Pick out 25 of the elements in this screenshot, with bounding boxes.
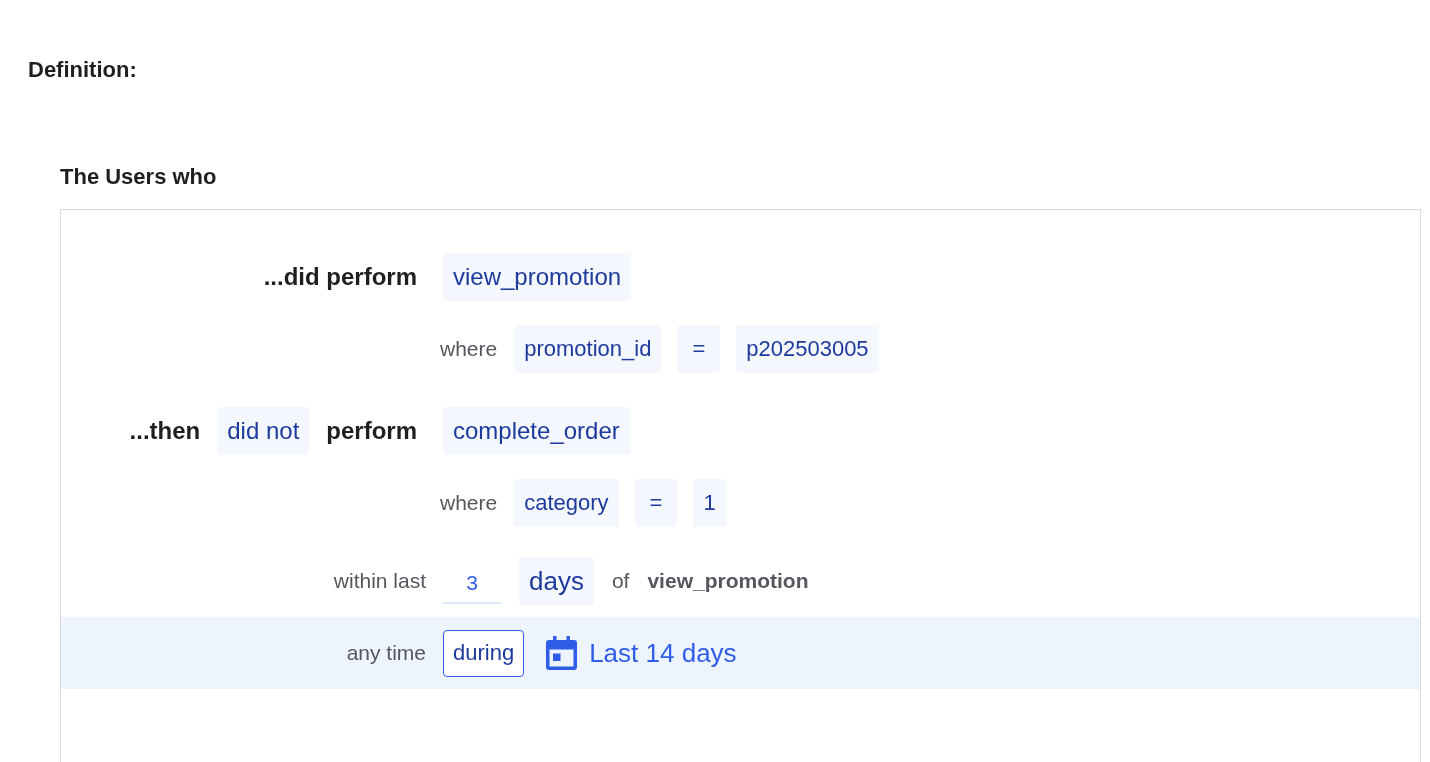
calendar-icon	[546, 636, 578, 670]
property-chip[interactable]: promotion_id	[514, 325, 662, 373]
amount-input[interactable]: 3	[443, 564, 501, 604]
of-label: of	[611, 569, 630, 593]
event-chip[interactable]: view_promotion	[443, 253, 632, 301]
reference-event: view_promotion	[647, 569, 809, 593]
date-range-button[interactable]: Last 14 days	[546, 636, 737, 670]
mode-button[interactable]: during	[443, 629, 525, 677]
value-chip[interactable]: p202503005	[736, 325, 879, 373]
unit-chip[interactable]: days	[519, 557, 594, 605]
operator-chip[interactable]: =	[634, 479, 678, 527]
verb-label: perform	[326, 417, 417, 445]
step-label: ...did perform	[263, 263, 417, 291]
operator-chip[interactable]: =	[677, 325, 721, 373]
group-title: The Users who	[60, 163, 217, 191]
event-chip[interactable]: complete_order	[443, 407, 630, 455]
where-label: where	[440, 491, 498, 515]
where-label: where	[440, 337, 498, 361]
property-chip[interactable]: category	[514, 479, 619, 527]
step-label: ...then	[129, 417, 201, 445]
definition-heading: Definition:	[28, 56, 137, 84]
value-chip[interactable]: 1	[693, 479, 726, 527]
time-label: any time	[346, 641, 426, 665]
negation-chip[interactable]: did not	[217, 407, 310, 455]
within-label: within last	[333, 569, 426, 593]
